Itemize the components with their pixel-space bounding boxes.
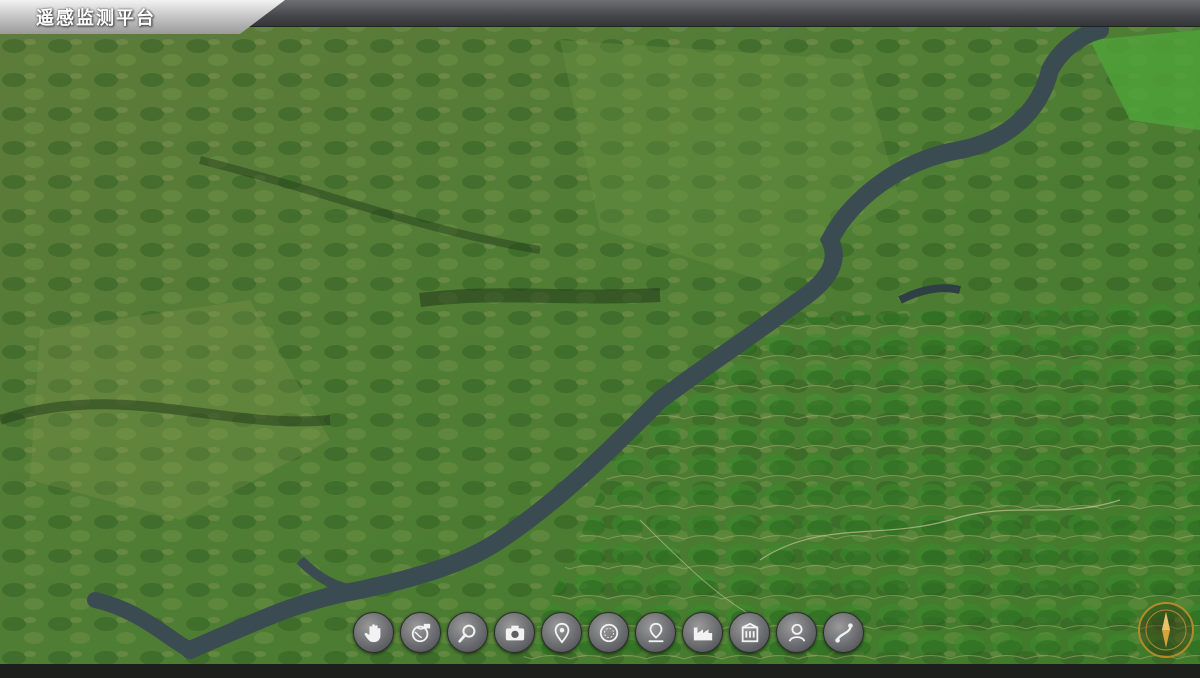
user-button[interactable] xyxy=(776,612,817,653)
search-button[interactable] xyxy=(447,612,488,653)
globe-view-button[interactable] xyxy=(400,612,441,653)
pan-button[interactable] xyxy=(353,612,394,653)
marker-button[interactable] xyxy=(635,612,676,653)
grid-button[interactable] xyxy=(588,612,629,653)
status-bar xyxy=(0,664,1200,678)
camera-icon xyxy=(505,625,524,640)
circle-grid-icon xyxy=(599,623,618,642)
hand-pan-icon xyxy=(364,623,380,642)
location-pin-icon xyxy=(554,622,569,644)
globe-satellite-icon xyxy=(411,623,430,642)
app-title: 遥感监测平台 xyxy=(36,8,156,29)
terrain-map[interactable] xyxy=(0,0,1200,678)
building-icon xyxy=(741,622,758,642)
factory-icon xyxy=(693,627,712,640)
pin-marker-icon xyxy=(648,622,663,642)
route-icon xyxy=(834,622,853,643)
screenshot-button[interactable] xyxy=(494,612,535,653)
factory-button[interactable] xyxy=(682,612,723,653)
building-button[interactable] xyxy=(729,612,770,653)
compass[interactable] xyxy=(1138,602,1194,658)
compass-icon xyxy=(1145,609,1187,651)
title-bar: 遥感监测平台 xyxy=(0,0,1200,34)
user-icon xyxy=(788,623,805,642)
location-button[interactable] xyxy=(541,612,582,653)
route-button[interactable] xyxy=(823,612,864,653)
map-toolbar xyxy=(353,612,864,653)
search-icon xyxy=(457,624,475,643)
